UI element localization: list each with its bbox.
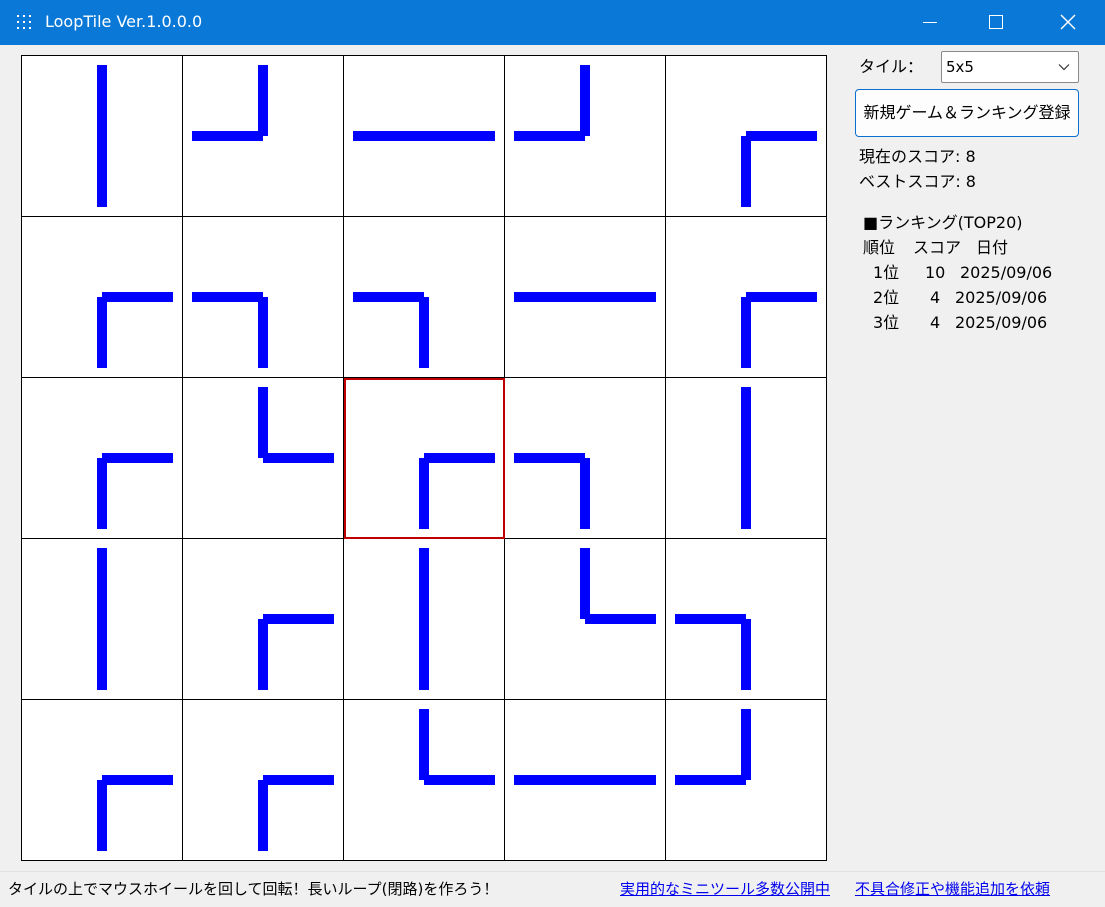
chevron-down-icon xyxy=(1058,64,1070,71)
tile-size-label: タイル： xyxy=(859,57,924,76)
ranking-rank: 3位 xyxy=(873,313,900,332)
ranking-score: 4 xyxy=(930,313,941,332)
tile-size-select[interactable]: 5x5 xyxy=(941,51,1079,83)
tile[interactable] xyxy=(22,217,183,378)
game-board xyxy=(21,55,827,861)
tile[interactable] xyxy=(22,539,183,700)
tile[interactable] xyxy=(666,539,827,700)
pipe-corner-up-left xyxy=(192,65,268,141)
pipe-corner-down-left xyxy=(192,292,268,368)
tile[interactable] xyxy=(505,56,666,217)
ranking-row: 1位 10 2025/09/06 xyxy=(863,261,1083,285)
pipe-corner-down-right xyxy=(97,292,173,368)
ranking-header: 日付 xyxy=(976,238,1009,257)
best-score: ベストスコア: 8 xyxy=(859,172,976,191)
ranking-date: 2025/09/06 xyxy=(960,263,1053,282)
window-title: LoopTile Ver.1.0.0.0 xyxy=(45,12,203,31)
tile[interactable] xyxy=(344,217,505,378)
tile[interactable] xyxy=(505,378,666,539)
ranking-rank: 2位 xyxy=(873,288,900,307)
pipe-horizontal xyxy=(514,292,656,302)
new-game-button[interactable]: 新規ゲーム＆ランキング登録 xyxy=(855,89,1079,137)
ranking-header: スコア xyxy=(913,238,962,257)
side-panel: タイル： 5x5 新規ゲーム＆ランキング登録 現在のスコア: 8 ベストスコア:… xyxy=(838,45,1105,871)
ranking-date: 2025/09/06 xyxy=(955,288,1048,307)
pipe-vertical xyxy=(97,65,107,207)
pipe-corner-down-right xyxy=(741,131,817,207)
close-icon xyxy=(1060,14,1076,30)
grid-dots-icon xyxy=(17,14,33,30)
ranking-rank: 1位 xyxy=(873,263,900,282)
pipe-corner-up-left xyxy=(675,709,751,785)
pipe-corner-down-left xyxy=(353,292,429,368)
tile[interactable] xyxy=(344,700,505,861)
ranking-header: 順位 xyxy=(863,238,896,257)
tile[interactable] xyxy=(344,539,505,700)
status-bar: タイルの上でマウスホイールを回して回転！長いループ(閉路)を作ろう！ 実用的なミ… xyxy=(0,871,1105,907)
maximize-button[interactable] xyxy=(968,0,1024,45)
tile[interactable] xyxy=(505,700,666,861)
pipe-horizontal xyxy=(514,775,656,785)
pipe-corner-down-right xyxy=(741,292,817,368)
pipe-corner-down-left xyxy=(675,614,751,690)
status-hint: タイルの上でマウスホイールを回して回転！長いループ(閉路)を作ろう！ xyxy=(8,880,499,898)
pipe-vertical xyxy=(741,387,751,529)
pipe-vertical xyxy=(419,548,429,690)
current-score: 現在のスコア: 8 xyxy=(859,147,976,166)
tile[interactable] xyxy=(22,700,183,861)
pipe-vertical xyxy=(97,548,107,690)
ranking-row: 2位 4 2025/09/06 xyxy=(863,286,1083,310)
tile[interactable] xyxy=(666,700,827,861)
pipe-corner-down-left xyxy=(514,453,590,529)
tile[interactable] xyxy=(183,539,344,700)
ranking-score: 10 xyxy=(925,263,946,282)
close-button[interactable] xyxy=(1040,0,1096,45)
pipe-corner-up-right xyxy=(580,548,656,624)
ranking-title: ■ランキング(TOP20) xyxy=(863,213,1023,232)
tile[interactable] xyxy=(22,378,183,539)
mini-tools-link[interactable]: 実用的なミニツール多数公開中 xyxy=(620,879,830,899)
pipe-corner-down-right xyxy=(97,453,173,529)
minimize-icon xyxy=(923,22,937,23)
pipe-corner-up-right xyxy=(258,387,334,463)
pipe-corner-down-right xyxy=(258,775,334,851)
pipe-corner-up-right xyxy=(419,709,495,785)
tile[interactable] xyxy=(344,56,505,217)
title-bar: LoopTile Ver.1.0.0.0 xyxy=(0,0,1105,45)
ranking-header-row: 順位 スコア 日付 xyxy=(863,236,1083,260)
maximize-icon xyxy=(989,15,1003,29)
tile[interactable] xyxy=(344,378,505,539)
ranking-date: 2025/09/06 xyxy=(955,313,1048,332)
ranking-score: 4 xyxy=(930,288,941,307)
pipe-horizontal xyxy=(353,131,495,141)
tile[interactable] xyxy=(666,217,827,378)
pipe-corner-up-left xyxy=(514,65,590,141)
pipe-corner-down-right xyxy=(97,775,173,851)
tile[interactable] xyxy=(183,378,344,539)
tile[interactable] xyxy=(666,56,827,217)
tile[interactable] xyxy=(22,56,183,217)
tile[interactable] xyxy=(505,217,666,378)
pipe-corner-down-right xyxy=(258,614,334,690)
tile[interactable] xyxy=(505,539,666,700)
tile[interactable] xyxy=(183,700,344,861)
tile-size-value: 5x5 xyxy=(946,58,974,76)
tile[interactable] xyxy=(666,378,827,539)
ranking-row: 3位 4 2025/09/06 xyxy=(863,311,1083,335)
minimize-button[interactable] xyxy=(902,0,958,45)
request-feature-link[interactable]: 不具合修正や機能追加を依頼 xyxy=(855,879,1050,899)
tile[interactable] xyxy=(183,217,344,378)
tile[interactable] xyxy=(183,56,344,217)
pipe-corner-down-right xyxy=(419,453,495,529)
